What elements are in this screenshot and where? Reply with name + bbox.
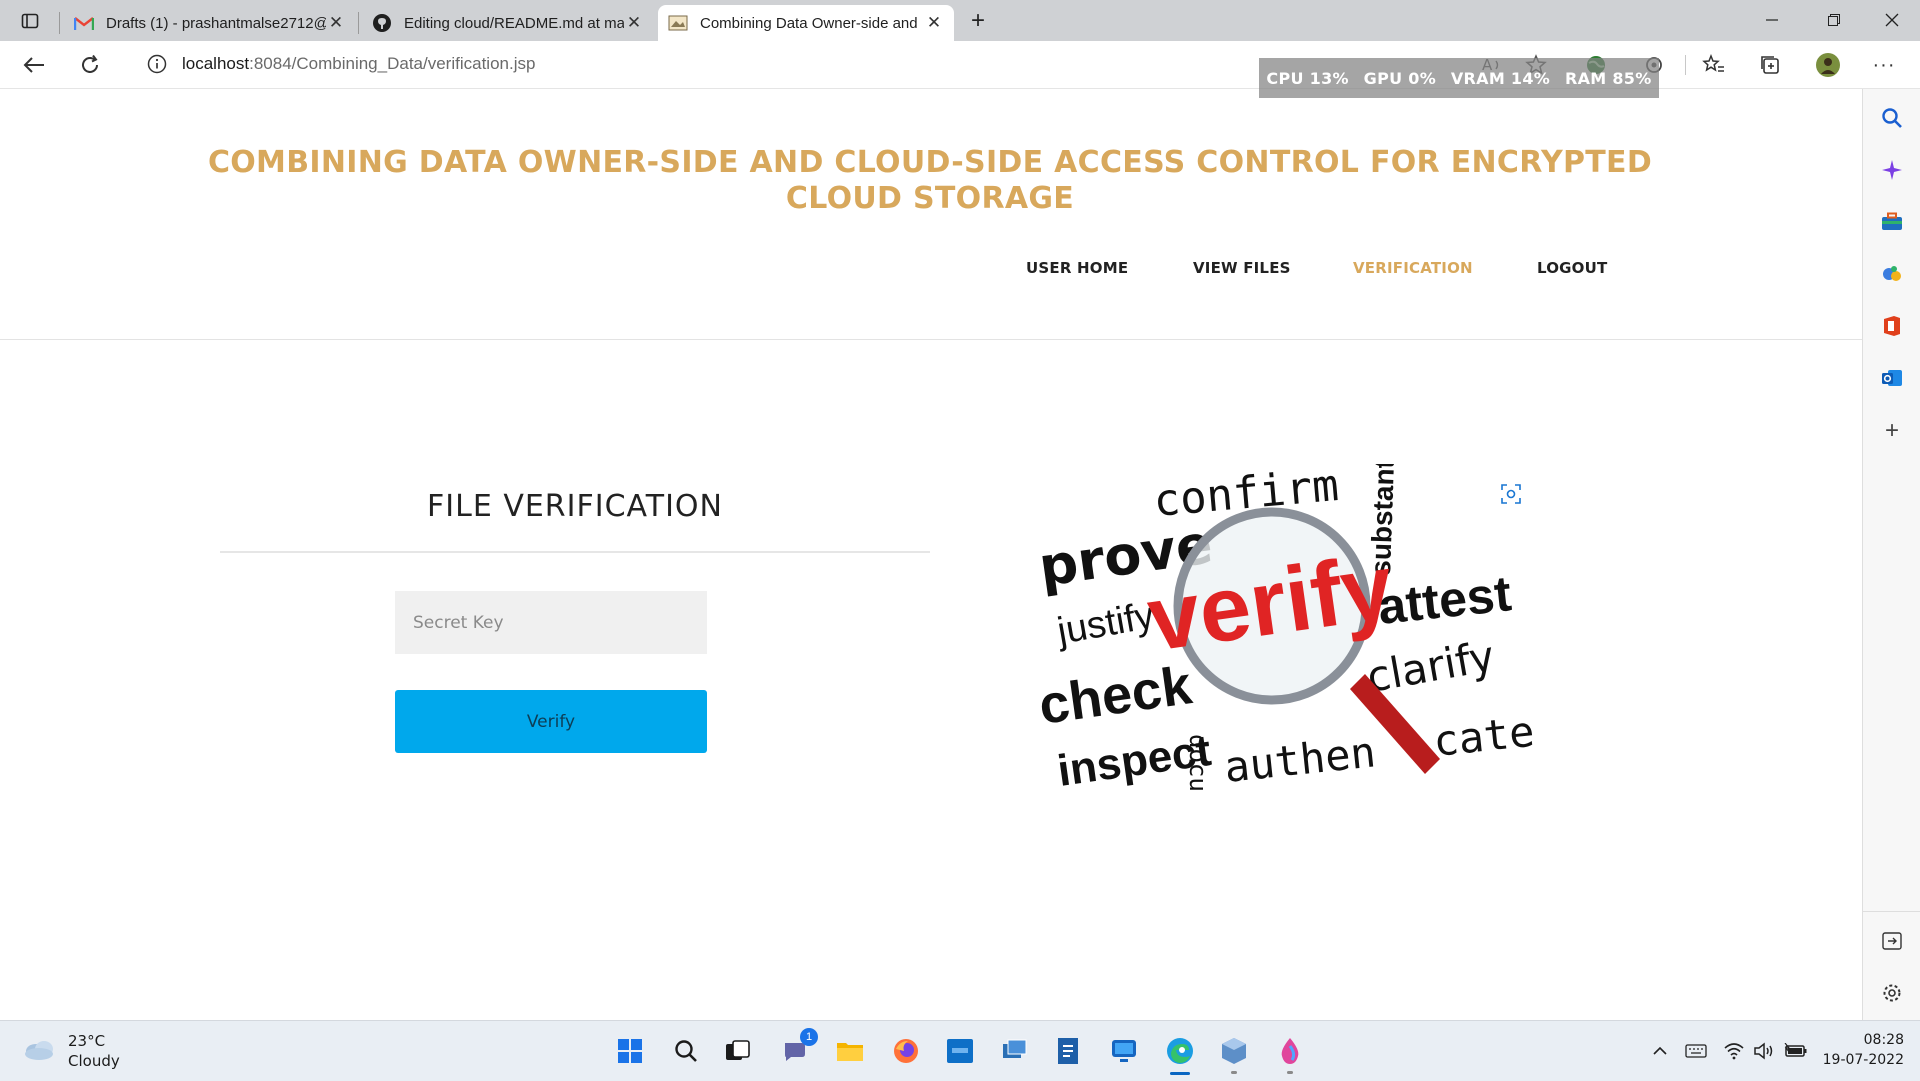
info-icon[interactable] — [146, 53, 168, 75]
browser-tab-strip: Drafts (1) - prashantmalse2712@ ✕ Editin… — [0, 0, 1920, 41]
document-app-icon[interactable] — [1048, 1031, 1088, 1071]
cpu-readout: CPU 13% — [1266, 68, 1349, 88]
clock-time: 08:28 — [1863, 1032, 1904, 1048]
cloudy-weather-icon — [22, 1036, 56, 1067]
search-icon[interactable] — [1878, 104, 1906, 132]
restore-icon[interactable] — [1806, 0, 1862, 40]
web-page: COMBINING DATA OWNER-SIDE AND CLOUD-SIDE… — [0, 89, 1862, 1020]
edge-browser-icon[interactable] — [1160, 1031, 1200, 1075]
wifi-icon[interactable] — [1722, 1039, 1746, 1063]
firefox-icon[interactable] — [886, 1031, 926, 1071]
tab-label: Combining Data Owner-side and — [700, 14, 918, 32]
tab-actions-icon[interactable] — [18, 9, 42, 33]
url-host: localhost — [182, 54, 250, 73]
paint-drop-icon[interactable] — [1270, 1031, 1310, 1074]
tab-label: Editing cloud/README.md at ma — [404, 14, 624, 32]
chat-badge: 1 — [800, 1028, 818, 1046]
word-justify: justify — [1053, 595, 1157, 653]
word-cate: cate — [1431, 707, 1537, 766]
taskbar-clock[interactable]: 08:28 19-07-2022 — [1820, 1030, 1904, 1070]
github-icon — [372, 13, 392, 33]
close-icon[interactable]: ✕ — [924, 13, 944, 33]
tab-label: Drafts (1) - prashantmalse2712@ — [106, 14, 326, 32]
form-divider — [220, 551, 930, 553]
nav-logout[interactable]: LOGOUT — [1537, 259, 1607, 277]
vscode-like-app-icon[interactable] — [940, 1031, 980, 1071]
outlook-icon[interactable] — [1878, 364, 1906, 392]
remote-app-icon[interactable] — [994, 1031, 1034, 1071]
tools-briefcase-icon[interactable] — [1878, 208, 1906, 236]
vram-readout: VRAM 14% — [1450, 68, 1551, 88]
word-document: docu — [1184, 734, 1212, 792]
edge-sidebar: + — [1862, 89, 1920, 1020]
form-heading: FILE VERIFICATION — [427, 489, 723, 524]
volume-icon[interactable] — [1752, 1039, 1776, 1063]
running-app-indicator — [1231, 1071, 1237, 1074]
task-view-icon[interactable] — [718, 1031, 758, 1071]
new-tab-icon[interactable]: + — [966, 7, 990, 34]
nav-view-files[interactable]: VIEW FILES — [1193, 259, 1291, 277]
active-app-indicator — [1170, 1072, 1190, 1075]
office-icon[interactable] — [1878, 312, 1906, 340]
performance-overlay: CPU 13% GPU 0% VRAM 14% RAM 85% — [1259, 58, 1659, 98]
tab-gmail[interactable]: Drafts (1) - prashantmalse2712@ ✕ — [64, 5, 356, 41]
header-divider — [0, 339, 1862, 340]
profile-avatar[interactable] — [1810, 47, 1846, 83]
gmail-icon — [74, 13, 94, 33]
file-explorer-icon[interactable] — [830, 1031, 870, 1071]
tab-separator — [59, 12, 60, 34]
more-menu-icon[interactable]: ··· — [1866, 47, 1902, 83]
address-bar[interactable]: localhost:8084/Combining_Data/verificati… — [124, 45, 1424, 83]
visual-search-icon[interactable] — [1498, 481, 1524, 507]
show-hidden-icons-chevron-icon[interactable] — [1648, 1039, 1672, 1063]
url-path: :8084/Combining_Data/verification.jsp — [249, 54, 536, 73]
ram-readout: RAM 85% — [1564, 68, 1652, 88]
favorites-icon[interactable] — [1696, 47, 1732, 83]
verify-button[interactable]: Verify — [395, 690, 707, 753]
tab-github[interactable]: Editing cloud/README.md at ma ✕ — [362, 5, 654, 41]
hide-sidebar-icon[interactable] — [1878, 927, 1906, 955]
collections-icon[interactable] — [1752, 47, 1788, 83]
taskbar-search-icon[interactable] — [666, 1031, 706, 1071]
virtualbox-icon[interactable] — [1214, 1031, 1254, 1074]
sidebar-settings-icon[interactable] — [1878, 979, 1906, 1007]
clock-date: 19-07-2022 — [1822, 1052, 1904, 1068]
tab-separator — [358, 12, 359, 34]
word-clarify: clarify — [1363, 631, 1498, 702]
verify-words-image: confirm substantiat prove justify attest… — [1035, 464, 1537, 794]
start-windows-icon[interactable] — [610, 1031, 650, 1071]
windows-taskbar: 23°C Cloudy 1 08:28 19-07-2022 — [0, 1020, 1920, 1081]
minimize-icon[interactable] — [1744, 0, 1800, 40]
site-icon — [668, 13, 688, 33]
refresh-icon[interactable] — [72, 47, 108, 83]
secret-key-input[interactable] — [395, 591, 707, 654]
gpu-readout: GPU 0% — [1363, 68, 1437, 88]
add-sidebar-app-icon[interactable]: + — [1878, 417, 1906, 445]
weather-condition: Cloudy — [68, 1052, 120, 1070]
close-window-icon[interactable] — [1864, 0, 1920, 40]
remote-desktop-icon[interactable] — [1104, 1031, 1144, 1071]
nav-verification[interactable]: VERIFICATION — [1353, 259, 1473, 277]
close-icon[interactable]: ✕ — [624, 13, 644, 33]
keyboard-icon[interactable] — [1684, 1039, 1708, 1063]
weather-temperature: 23°C — [68, 1032, 106, 1050]
nav-user-home[interactable]: USER HOME — [1026, 259, 1128, 277]
teams-chat-icon[interactable]: 1 — [776, 1028, 818, 1071]
toolbar-separator — [1685, 55, 1686, 75]
sidebar-divider — [1863, 911, 1920, 912]
weather-widget[interactable]: 23°C Cloudy — [22, 1031, 120, 1071]
back-icon[interactable] — [16, 47, 52, 83]
battery-charging-icon[interactable] — [1784, 1039, 1808, 1063]
close-icon[interactable]: ✕ — [326, 13, 346, 33]
site-title: COMBINING DATA OWNER-SIDE AND CLOUD-SIDE… — [207, 145, 1653, 216]
discover-sparkle-icon[interactable] — [1878, 156, 1906, 184]
word-authen: authen — [1222, 727, 1378, 792]
tab-combining-data[interactable]: Combining Data Owner-side and ✕ — [658, 5, 954, 41]
running-app-indicator — [1287, 1071, 1293, 1074]
games-icon[interactable] — [1878, 260, 1906, 288]
